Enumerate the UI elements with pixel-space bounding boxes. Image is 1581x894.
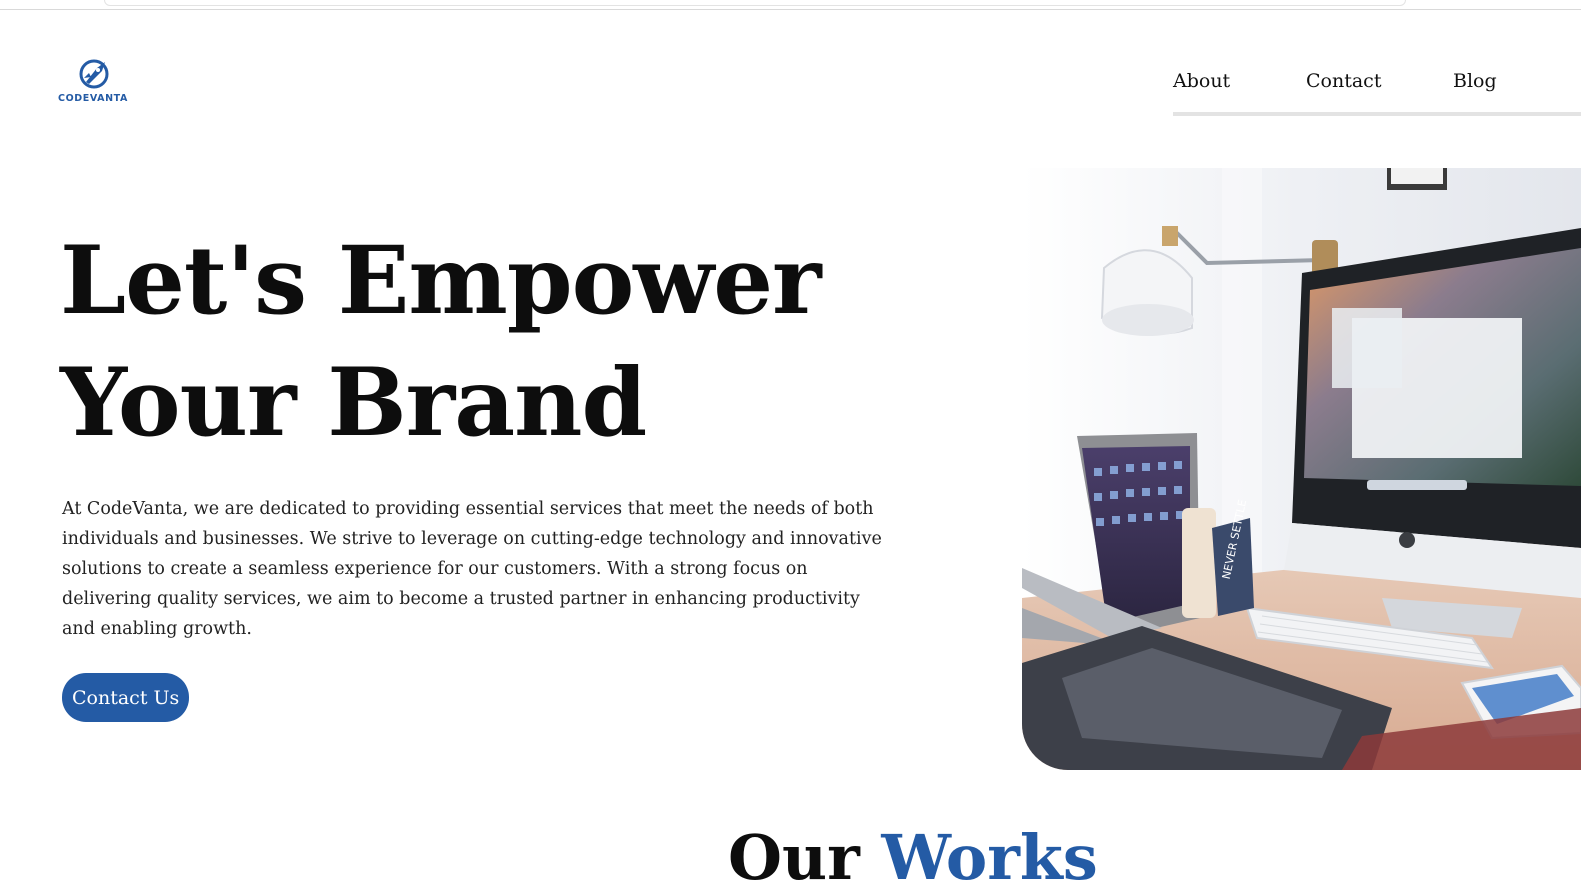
nav-link-blog[interactable]: Blog <box>1453 70 1497 92</box>
address-bar-edge <box>104 0 1406 6</box>
brand-logo[interactable]: CODEVANTA <box>58 58 128 106</box>
hero-description: At CodeVanta, we are dedicated to provid… <box>62 499 882 639</box>
landing-page: CODEVANTA About Contact Blog Let's Empow… <box>0 0 1581 894</box>
nav-underline <box>1173 112 1581 116</box>
works-section-title: Our Works <box>728 818 1098 894</box>
contact-us-button[interactable]: Contact Us <box>62 673 190 722</box>
works-title-part-2: Works <box>881 821 1098 894</box>
hero-desk-image: NEVER SETTLE <box>1022 168 1581 770</box>
nav-link-about[interactable]: About <box>1173 70 1230 92</box>
rocket-compass-icon <box>79 59 109 89</box>
nav-link-contact[interactable]: Contact <box>1306 70 1381 92</box>
hero-title-line-2: Your Brand <box>60 348 647 458</box>
brand-name: CODEVANTA <box>58 93 128 104</box>
hero-title: Let's Empower Your Brand <box>60 220 822 464</box>
browser-top-strip <box>0 0 1581 10</box>
hero-title-line-1: Let's Empower <box>60 226 822 336</box>
main-nav: About Contact Blog <box>1173 70 1581 116</box>
works-title-part-1: Our <box>728 821 860 894</box>
